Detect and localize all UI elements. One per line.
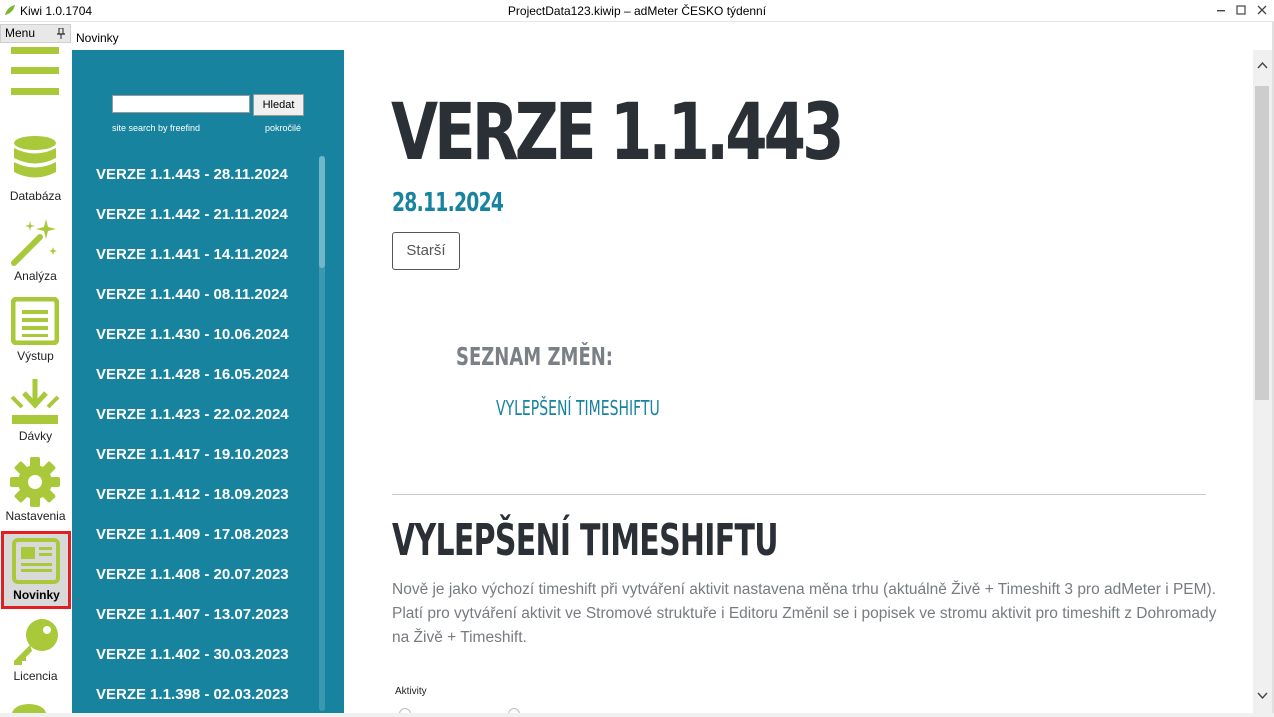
download-tray-icon <box>10 379 60 424</box>
version-link[interactable]: VERZE 1.1.408 - 20.07.2023 <box>96 560 326 600</box>
gear-icon <box>10 457 60 507</box>
scroll-up-icon[interactable] <box>1253 58 1272 74</box>
changes-heading: SEZNAM ZMĚN: <box>456 342 614 371</box>
version-link[interactable]: VERZE 1.1.430 - 10.06.2024 <box>96 320 326 360</box>
sidebar-item-licencia[interactable]: Licencia <box>0 613 71 693</box>
sidebar-item-label: Analýza <box>14 269 57 283</box>
sidebar: Databáza Analýza Výstup Dávky Nastavenia… <box>0 43 71 717</box>
version-link[interactable]: VERZE 1.1.407 - 13.07.2023 <box>96 600 326 640</box>
sidebar-item-label: Nastavenia <box>5 509 66 523</box>
window-frame-bottom <box>0 713 1274 717</box>
maximize-button[interactable] <box>1230 1 1252 19</box>
content-area: VERZE 1.1.443 28.11.2024 Starší SEZNAM Z… <box>344 50 1253 713</box>
sidebar-item-label: Výstup <box>17 349 54 363</box>
sidebar-item-davky[interactable]: Dávky <box>0 373 71 453</box>
magic-wand-icon <box>11 219 57 266</box>
database-icon <box>14 136 56 178</box>
title-bar: Kiwi 1.0.1704 ProjectData123.kiwip – adM… <box>0 0 1274 22</box>
hamburger-menu-button[interactable] <box>0 43 71 103</box>
tab-novinky[interactable]: Novinky <box>71 28 119 48</box>
version-link[interactable]: VERZE 1.1.417 - 19.10.2023 <box>96 440 326 480</box>
menu-header[interactable]: Menu <box>0 24 71 43</box>
sidebar-item-nastavenia[interactable]: Nastavenia <box>0 453 71 533</box>
version-link[interactable]: VERZE 1.1.441 - 14.11.2024 <box>96 240 326 280</box>
search-note[interactable]: site search by freefind <box>112 123 200 133</box>
changes-link[interactable]: VYLEPŠENÍ TIMESHIFTU <box>496 396 660 420</box>
sidebar-item-label: Novinky <box>13 588 60 602</box>
minimize-button[interactable] <box>1210 1 1232 19</box>
list-document-icon <box>11 297 59 345</box>
version-link[interactable]: VERZE 1.1.402 - 30.03.2023 <box>96 640 326 680</box>
divider <box>392 494 1206 495</box>
document-title: ProjectData123.kiwip – adMeter ČESKO týd… <box>507 4 767 18</box>
scroll-down-icon[interactable] <box>1253 687 1272 703</box>
version-link[interactable]: VERZE 1.1.398 - 02.03.2023 <box>96 680 326 713</box>
panel-scrollbar-thumb[interactable] <box>319 156 325 268</box>
version-list: VERZE 1.1.443 - 28.11.2024 VERZE 1.1.442… <box>96 160 326 713</box>
main-scrollbar[interactable] <box>1253 50 1272 713</box>
version-link[interactable]: VERZE 1.1.428 - 16.05.2024 <box>96 360 326 400</box>
section-text: Nově je jako výchozí timeshift při vytvá… <box>392 581 1217 646</box>
main-scrollbar-thumb[interactable] <box>1255 86 1269 400</box>
sidebar-item-label: Licencia <box>13 669 58 683</box>
pin-icon[interactable] <box>57 28 65 40</box>
version-title: VERZE 1.1.443 <box>391 88 844 178</box>
version-link[interactable]: VERZE 1.1.423 - 22.02.2024 <box>96 400 326 440</box>
version-date: 28.11.2024 <box>392 188 504 218</box>
older-button[interactable]: Starší <box>392 232 460 270</box>
sidebar-item-novinky[interactable]: Novinky <box>1 531 71 609</box>
news-panel: Hledat site search by freefind pokročilé… <box>72 50 344 713</box>
search-input[interactable] <box>112 95 250 113</box>
close-icon <box>1257 5 1267 15</box>
version-link[interactable]: VERZE 1.1.442 - 21.11.2024 <box>96 200 326 240</box>
section-heading: VYLEPŠENÍ TIMESHIFTU <box>392 515 779 566</box>
search-button[interactable]: Hledat <box>253 94 304 116</box>
newspaper-icon <box>12 538 60 584</box>
sidebar-item-label: Dávky <box>18 429 53 443</box>
panel-scrollbar[interactable] <box>319 156 325 711</box>
tab-label: Novinky <box>76 31 119 45</box>
aktivity-label: Aktivity <box>395 686 427 697</box>
minimize-icon <box>1217 10 1225 12</box>
key-icon <box>14 619 58 665</box>
version-link[interactable]: VERZE 1.1.409 - 17.08.2023 <box>96 520 326 560</box>
close-button[interactable] <box>1251 1 1273 19</box>
sidebar-item-databaza[interactable]: Databáza <box>0 133 71 213</box>
maximize-icon <box>1236 5 1246 15</box>
hamburger-icon <box>11 47 59 95</box>
version-link[interactable]: VERZE 1.1.412 - 18.09.2023 <box>96 480 326 520</box>
advanced-search-link[interactable]: pokročilé <box>265 123 301 133</box>
sidebar-item-vystup[interactable]: Výstup <box>0 293 71 373</box>
sidebar-item-label: Databáza <box>9 189 62 203</box>
sidebar-item-analyza[interactable]: Analýza <box>0 213 71 293</box>
version-link[interactable]: VERZE 1.1.443 - 28.11.2024 <box>96 160 326 200</box>
menu-label: Menu <box>5 26 36 40</box>
version-link[interactable]: VERZE 1.1.440 - 08.11.2024 <box>96 280 326 320</box>
